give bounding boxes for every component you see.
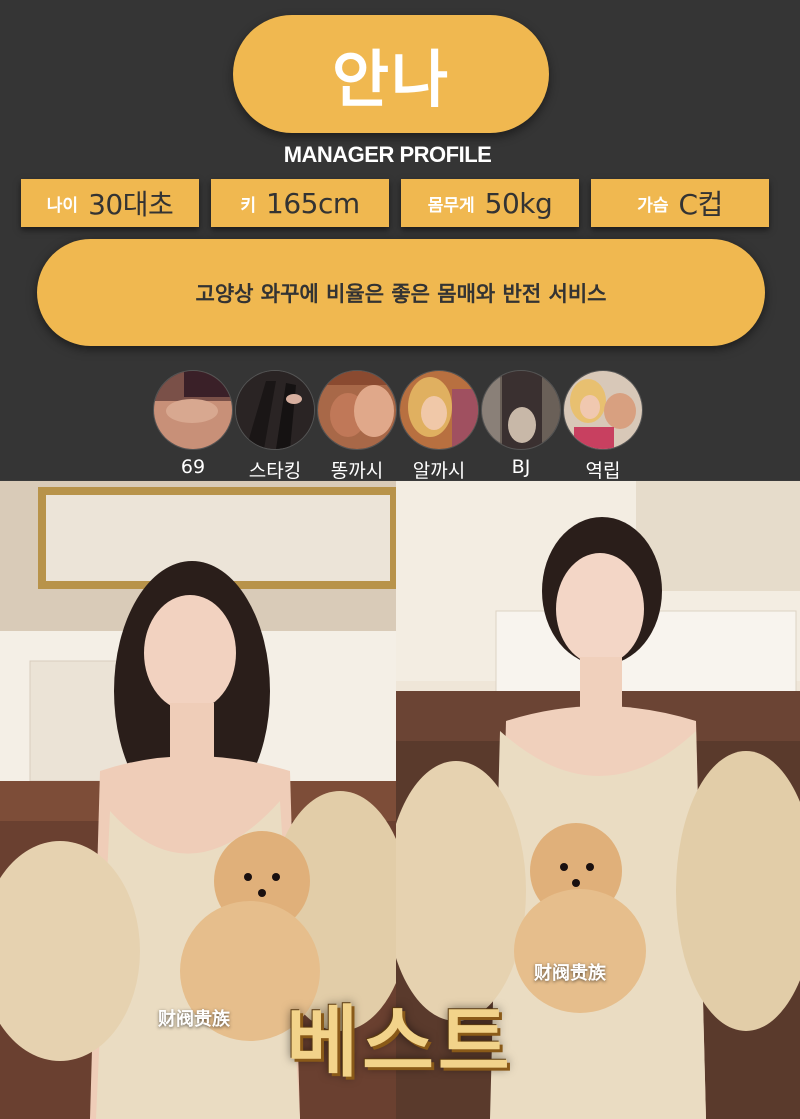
stat-height: 키 165cm [211, 179, 389, 227]
stat-height-label: 키 [240, 195, 256, 216]
stat-height-value: 165cm [266, 186, 360, 220]
service-photo [481, 370, 561, 450]
service-item-3[interactable]: 똥까시 [317, 370, 397, 483]
stat-bust: 가슴 C컵 [591, 179, 769, 227]
service-label: 역립 [585, 460, 621, 482]
stat-weight: 몸무게 50kg [401, 179, 579, 227]
service-label: 똥까시 [330, 460, 384, 482]
profile-description-text: 고양상 와꾸에 비율은 좋은 몸매와 반전 서비스 [195, 281, 607, 306]
photo-watermark-right: 财阀贵族 [534, 963, 606, 984]
manager-name-pill: 안나 [233, 15, 549, 133]
profile-description: 고양상 와꾸에 비율은 좋은 몸매와 반전 서비스 [37, 239, 765, 346]
service-item-bj[interactable]: BJ [481, 370, 561, 478]
service-item-69[interactable]: 69 [153, 370, 233, 478]
service-photo [317, 370, 397, 450]
service-item-4[interactable]: 알까시 [399, 370, 479, 483]
service-item-reverse[interactable]: 역립 [563, 370, 643, 483]
photo-watermark-left: 财阀贵族 [158, 1009, 230, 1030]
stat-bust-label: 가슴 [637, 195, 669, 216]
service-label: 스타킹 [248, 460, 302, 482]
service-photo [563, 370, 643, 450]
service-photo [235, 370, 315, 450]
stat-age-label: 나이 [46, 195, 79, 216]
service-label: 69 [180, 456, 206, 478]
profile-subtitle: MANAGER PROFILE [283, 142, 492, 167]
service-label: BJ [511, 456, 531, 478]
manager-name: 안나 [331, 43, 451, 116]
stat-weight-value: 50kg [484, 186, 553, 220]
service-photo [153, 370, 233, 450]
stat-age: 나이 30대초 [21, 179, 199, 227]
stat-weight-label: 몸무게 [427, 195, 475, 216]
service-label: 알까시 [412, 460, 466, 482]
service-item-stockings[interactable]: 스타킹 [235, 370, 315, 483]
service-photo [399, 370, 479, 450]
best-badge: 베스트 [286, 998, 514, 1088]
stat-age-value: 30대초 [88, 188, 174, 221]
stat-bust-value: C컵 [678, 188, 723, 221]
